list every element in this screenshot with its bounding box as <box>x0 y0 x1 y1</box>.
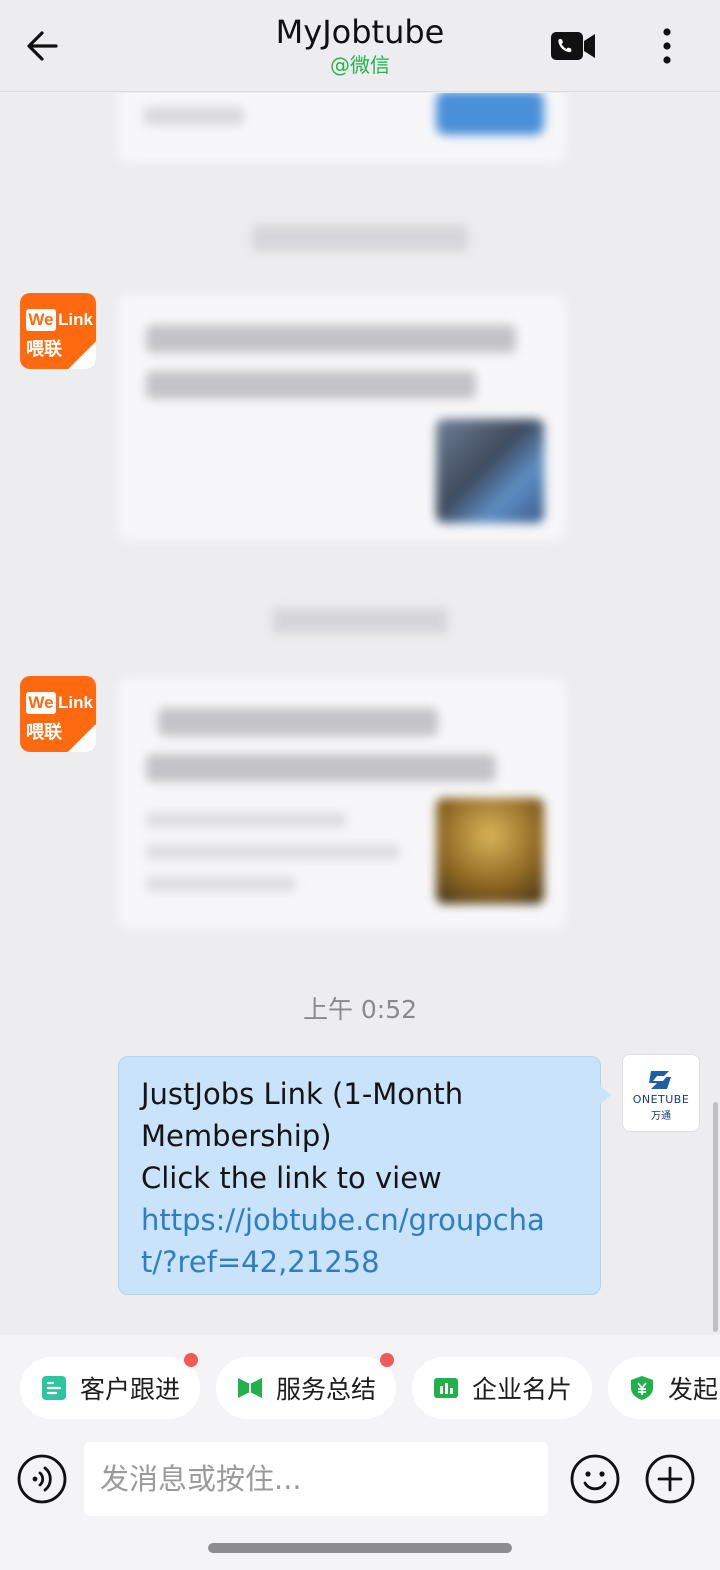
blurred-link-card[interactable] <box>118 295 566 541</box>
service-summary-icon <box>238 1378 262 1398</box>
more-vertical-icon[interactable] <box>652 24 682 68</box>
emoji-icon[interactable] <box>569 1453 621 1505</box>
welink-avatar[interactable]: We Link 喂联 <box>20 676 96 752</box>
chip-label: 服务总结 <box>276 1375 377 1404</box>
business-card-icon <box>434 1378 458 1398</box>
chip-label: 客户跟进 <box>80 1375 181 1404</box>
welink-logo-we: We <box>26 309 56 331</box>
blurred-message-card[interactable] <box>118 93 566 163</box>
notification-dot <box>184 1353 198 1367</box>
onetube-logo-text: ONETUBE <box>632 1093 690 1106</box>
chat-message-area[interactable]: We Link 喂联 We Link 喂联 上午 0:52 JustJobs L… <box>0 93 720 1335</box>
chip-label: 发起 <box>668 1375 719 1404</box>
chat-title: MyJobtube <box>275 13 445 51</box>
chip-label: 企业名片 <box>472 1375 573 1404</box>
chip-service-summary[interactable]: 服务总结 <box>216 1353 396 1419</box>
welink-logo-cn: 喂联 <box>26 722 62 743</box>
quick-action-bar: 客户跟进 服务总结 企业名片 发起 <box>0 1335 720 1435</box>
chat-header: MyJobtube @微信 <box>0 0 720 92</box>
voice-icon[interactable] <box>16 1453 68 1505</box>
chip-business-card[interactable]: 企业名片 <box>412 1357 592 1419</box>
blurred-timestamp <box>252 225 468 251</box>
welink-logo-link: Link <box>58 310 93 329</box>
message-timestamp: 上午 0:52 <box>302 995 418 1024</box>
onetube-logo-cn: 万通 <box>651 1111 671 1122</box>
welink-corner <box>68 724 96 752</box>
blurred-timestamp <box>272 608 448 634</box>
chip-initiate-payment[interactable]: 发起 <box>608 1357 720 1419</box>
home-indicator[interactable] <box>208 1543 512 1553</box>
bubble-tail <box>599 1085 611 1105</box>
message-link[interactable]: https://jobtube.cn/groupchat/?ref=42,212… <box>141 1199 578 1283</box>
customer-followup-icon <box>42 1376 66 1400</box>
title-block: MyJobtube @微信 <box>0 12 720 78</box>
plus-icon[interactable] <box>644 1453 696 1505</box>
chat-subtitle: @微信 <box>330 53 390 77</box>
message-input[interactable] <box>84 1442 548 1516</box>
blurred-link-card[interactable] <box>118 678 566 928</box>
message-line-instruction: Click the link to view <box>141 1161 442 1195</box>
chat-scrollbar[interactable] <box>713 1102 718 1332</box>
notification-dot <box>380 1353 394 1367</box>
message-line-title: JustJobs Link (1-Month Membership) <box>141 1077 464 1153</box>
welink-corner <box>68 341 96 369</box>
welink-logo-we: We <box>26 692 56 714</box>
welink-logo-link: Link <box>58 693 93 712</box>
video-call-icon[interactable] <box>550 28 596 64</box>
onetube-avatar[interactable]: ONETUBE 万通 <box>622 1054 700 1132</box>
payment-shield-icon <box>631 1376 653 1400</box>
chip-customer-followup[interactable]: 客户跟进 <box>20 1353 200 1419</box>
welink-avatar[interactable]: We Link 喂联 <box>20 293 96 369</box>
message-input-bar <box>0 1435 720 1570</box>
welink-logo-cn: 喂联 <box>26 339 62 360</box>
onetube-logo-icon <box>649 1071 671 1089</box>
outgoing-message-bubble[interactable]: JustJobs Link (1-Month Membership) Click… <box>118 1056 601 1295</box>
